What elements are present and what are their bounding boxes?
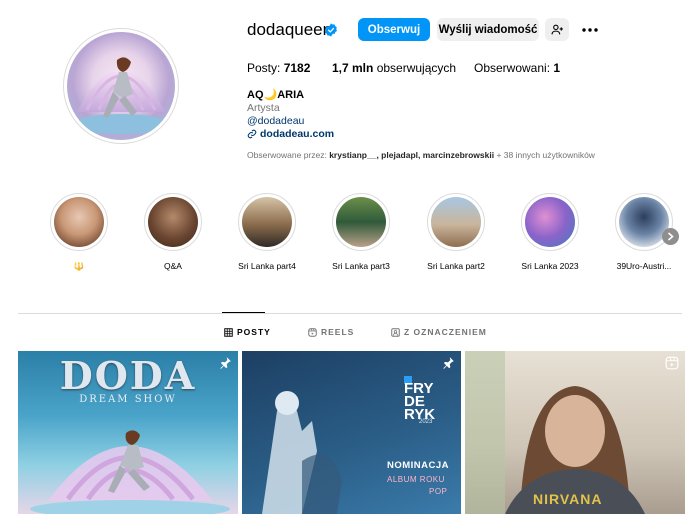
highlight-thumbnail [54,197,104,247]
link-icon [247,129,257,139]
posts-value: 7182 [283,61,311,75]
post-tile[interactable]: FRY DE RYK 2023 NOMINACJA ALBUM ROKU POP [242,351,461,514]
profile-avatar[interactable] [63,28,179,144]
reels-clip-icon [665,356,679,370]
posts-label: Posty: [247,61,284,75]
avatar-image [67,32,175,140]
profile-website-link[interactable]: dodadeau.com [247,128,334,140]
verified-badge-icon [325,23,337,37]
posts-count: Posty: 7182 [247,61,310,75]
highlight-label: Sri Lanka part2 [427,261,485,271]
add-user-icon [551,24,563,35]
highlight-label: Sri Lanka part3 [332,261,390,271]
send-message-button[interactable]: Wyślij wiadomość [437,18,539,41]
tab-posts[interactable]: POSTY [224,327,271,337]
reels-icon [308,327,317,337]
pinned-icon [220,357,231,369]
highlight-thumbnail [525,197,575,247]
tagged-icon [391,327,400,337]
followers-value: 1,7 mln [332,61,374,75]
active-tab-indicator [222,312,265,313]
shirt-text: NIRVANA [533,491,603,507]
post-title: DODA [59,353,197,398]
highlight-item[interactable]: Q&A [143,193,203,271]
post-image [465,351,645,514]
follow-button[interactable]: Obserwuj [358,18,430,41]
highlight-item[interactable]: Sri Lanka part3 [331,193,391,271]
profile-username: dodaqueen [247,20,333,39]
highlight-thumbnail [431,197,481,247]
tab-reels-label: REELS [321,327,355,337]
profile-category: Artysta [247,102,280,114]
pinned-icon [443,357,454,369]
highlight-thumbnail [148,197,198,247]
highlight-label: Q&A [164,261,182,271]
post-subtitle: DREAM SHOW [79,394,177,405]
highlight-item[interactable]: Sri Lanka 2023 [520,193,580,271]
website-text: dodadeau.com [260,128,335,140]
highlight-thumbnail [242,197,292,247]
highlight-thumbnail [619,197,669,247]
avatar-art [73,57,169,134]
post-tile[interactable]: NIRVANA [465,351,685,514]
tab-reels[interactable]: REELS [308,327,354,337]
more-dots-icon [582,27,598,32]
grid-icon [224,327,233,337]
highlight-label: 🔱 [73,261,85,271]
following-count[interactable]: Obserwowani: 1 [474,61,560,75]
post-tile[interactable]: DODA DREAM SHOW [18,351,238,514]
followers-label: obserwujących [373,61,457,75]
nomination-label: NOMINACJA [387,460,450,471]
highlight-label: Sri Lanka 2023 [521,261,579,271]
nomination-genre: POP [429,487,448,496]
followed-by[interactable]: Obserwowane przez: krystianp__, plejadap… [247,150,595,160]
followers-count[interactable]: 1,7 mln obserwujących [332,61,456,75]
following-label: Obserwowani: [474,61,554,75]
nomination-category: ALBUM ROKU [387,475,445,484]
suggested-users-button[interactable] [545,18,569,41]
highlight-item[interactable]: 🔱 [49,193,109,272]
chevron-right-icon [667,232,674,241]
tab-posts-label: POSTY [237,327,271,337]
following-value: 1 [553,61,561,75]
tab-tagged[interactable]: Z OZNACZENIEM [391,327,487,337]
highlight-thumbnail [336,197,386,247]
fryderyk-year: 2023 [419,419,433,425]
tab-tagged-label: Z OZNACZENIEM [404,327,487,337]
more-options-button[interactable] [580,18,600,41]
followed-by-prefix: Obserwowane przez: [247,150,330,160]
tabs-divider [18,313,682,314]
profile-full-name: AQ🌙ARIA [247,89,305,101]
fryderyk-logo: FRY DE RYK [404,381,435,422]
highlight-item[interactable]: Sri Lanka part4 [237,193,297,271]
followed-by-suffix: + 38 innych użytkowników [494,150,595,160]
profile-bio-handle[interactable]: @dodadeau [247,115,304,127]
followed-by-users: krystianp__, plejadapl, marcinzebrowskii [329,150,495,160]
highlight-item[interactable]: Sri Lanka part2 [426,193,486,271]
highlight-label: Sri Lanka part4 [238,261,296,271]
highlight-label: 39Uro-Austri... [616,261,672,271]
highlights-next-button[interactable] [662,228,679,245]
